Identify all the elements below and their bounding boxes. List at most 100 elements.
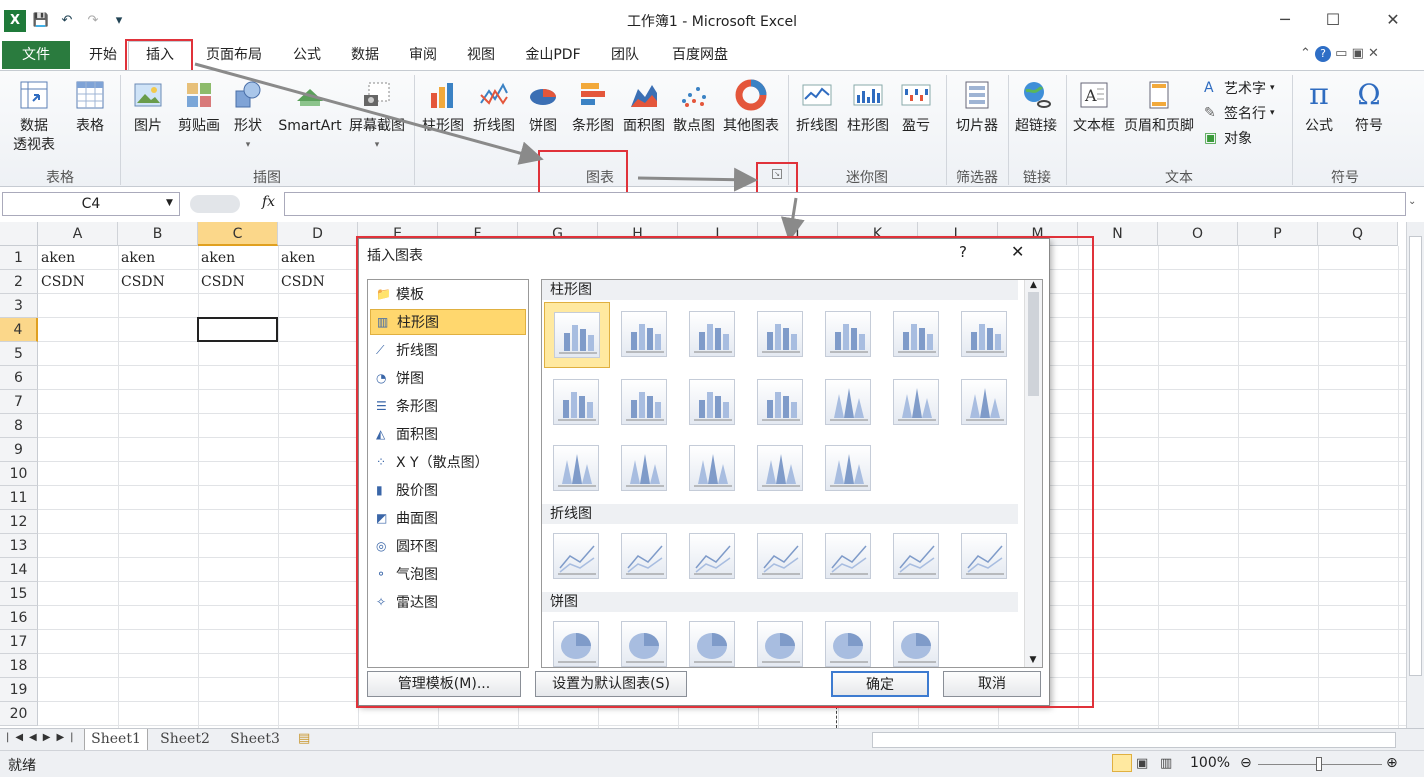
- cell-B1[interactable]: aken: [118, 246, 155, 270]
- cell-B2[interactable]: CSDN: [118, 270, 165, 294]
- header-footer-icon: [1149, 81, 1169, 109]
- row-header-10[interactable]: 10: [0, 462, 38, 486]
- tab-data[interactable]: 数据: [342, 42, 388, 68]
- zoom-in-icon[interactable]: ⊕: [1386, 755, 1398, 771]
- row-header-20[interactable]: 20: [0, 702, 38, 726]
- equation-button[interactable]: π 公式: [1296, 79, 1342, 136]
- formula-input[interactable]: [284, 192, 1406, 216]
- sheet-tab-3[interactable]: Sheet3: [222, 729, 288, 751]
- tab-page-layout[interactable]: 页面布局: [200, 42, 268, 68]
- row-header-19[interactable]: 19: [0, 678, 38, 702]
- area-chart-button[interactable]: 面积图: [620, 79, 668, 136]
- tab-file[interactable]: 文件: [2, 41, 70, 69]
- other-charts-button[interactable]: 其他图表: [720, 79, 782, 136]
- sheet-tab-2[interactable]: Sheet2: [152, 729, 218, 751]
- row-header-16[interactable]: 16: [0, 606, 38, 630]
- table-button[interactable]: 表格: [68, 79, 112, 136]
- normal-view-icon[interactable]: [1112, 754, 1132, 772]
- sparkline-line-button[interactable]: 折线图: [792, 79, 842, 136]
- row-header-6[interactable]: 6: [0, 366, 38, 390]
- name-box-dropdown-icon[interactable]: ▼: [166, 198, 173, 208]
- sheet-nav-icons[interactable]: |◀◀▶▶|: [6, 732, 80, 743]
- pie-chart-button[interactable]: 饼图: [522, 79, 564, 136]
- row-header-3[interactable]: 3: [0, 294, 38, 318]
- help-icon[interactable]: ?: [1315, 46, 1332, 62]
- signature-line-button[interactable]: ✎ 签名行 ▾: [1204, 102, 1275, 124]
- line-chart-button[interactable]: 折线图: [470, 79, 518, 136]
- row-header-17[interactable]: 17: [0, 630, 38, 654]
- horizontal-scrollbar[interactable]: [872, 732, 1396, 748]
- row-header-12[interactable]: 12: [0, 510, 38, 534]
- column-header-P[interactable]: P: [1238, 222, 1318, 246]
- ribbon-controls[interactable]: ⌃ ? ▭ ▣ ✕: [1300, 46, 1379, 62]
- insert-sheet-icon[interactable]: ▤: [298, 731, 310, 746]
- row-header-15[interactable]: 15: [0, 582, 38, 606]
- row-header-1[interactable]: 1: [0, 246, 38, 270]
- fx-icon[interactable]: fx: [262, 194, 275, 210]
- smartart-button[interactable]: SmartArt: [274, 79, 346, 136]
- cell-A2[interactable]: CSDN: [38, 270, 85, 294]
- formula-splitter[interactable]: [190, 195, 240, 213]
- zoom-slider-thumb[interactable]: [1316, 757, 1322, 771]
- column-header-D[interactable]: D: [278, 222, 358, 246]
- cell-A1[interactable]: aken: [38, 246, 75, 270]
- minimize-button[interactable]: ─: [1262, 6, 1308, 34]
- wordart-button[interactable]: A 艺术字 ▾: [1204, 77, 1275, 99]
- tab-baidu[interactable]: 百度网盘: [662, 42, 738, 68]
- row-header-5[interactable]: 5: [0, 342, 38, 366]
- clipart-button[interactable]: 剪贴画: [174, 79, 224, 136]
- sheet-tab-1[interactable]: Sheet1: [84, 729, 148, 751]
- cell-D2[interactable]: CSDN: [278, 270, 325, 294]
- tab-pdf[interactable]: 金山PDF: [518, 42, 588, 68]
- page-break-view-icon[interactable]: ▥: [1160, 756, 1172, 771]
- column-header-A[interactable]: A: [38, 222, 118, 246]
- pivot-table-button[interactable]: 数据 透视表: [6, 79, 62, 155]
- slicer-button[interactable]: 切片器: [950, 79, 1004, 136]
- row-header-13[interactable]: 13: [0, 534, 38, 558]
- column-header-Q[interactable]: Q: [1318, 222, 1398, 246]
- picture-button[interactable]: 图片: [128, 79, 168, 136]
- row-header-14[interactable]: 14: [0, 558, 38, 582]
- zoom-level[interactable]: 100%: [1190, 755, 1230, 771]
- hyperlink-button[interactable]: 超链接: [1010, 79, 1062, 136]
- tab-home[interactable]: 开始: [80, 42, 126, 68]
- maximize-button[interactable]: ☐: [1310, 6, 1356, 34]
- header-footer-button[interactable]: 页眉和页脚: [1120, 79, 1198, 136]
- row-header-9[interactable]: 9: [0, 438, 38, 462]
- cell-D1[interactable]: aken: [278, 246, 315, 270]
- symbol-button[interactable]: Ω 符号: [1346, 79, 1392, 136]
- expand-formula-icon[interactable]: ⌄: [1408, 196, 1416, 207]
- column-header-B[interactable]: B: [118, 222, 198, 246]
- row-header-7[interactable]: 7: [0, 390, 38, 414]
- tab-view[interactable]: 视图: [458, 42, 504, 68]
- column-chart-button[interactable]: 柱形图: [418, 79, 468, 136]
- vertical-scrollbar[interactable]: [1406, 222, 1424, 728]
- shapes-button[interactable]: 形状 ▾: [228, 79, 268, 155]
- zoom-out-icon[interactable]: ⊖: [1240, 755, 1252, 771]
- scrollbar-thumb[interactable]: [1409, 236, 1422, 676]
- textbox-button[interactable]: A 文本框: [1070, 79, 1118, 136]
- row-header-4[interactable]: 4: [0, 318, 38, 342]
- sparkline-column-button[interactable]: 柱形图: [844, 79, 892, 136]
- object-button[interactable]: ▣ 对象: [1204, 127, 1252, 149]
- row-header-18[interactable]: 18: [0, 654, 38, 678]
- close-button[interactable]: ✕: [1370, 6, 1416, 34]
- column-header-C[interactable]: C: [198, 222, 278, 246]
- column-header-O[interactable]: O: [1158, 222, 1238, 246]
- screenshot-button[interactable]: 屏幕截图 ▾: [346, 79, 408, 155]
- name-box[interactable]: C4: [2, 192, 180, 216]
- tab-formulas[interactable]: 公式: [284, 42, 330, 68]
- tab-review[interactable]: 审阅: [400, 42, 446, 68]
- sparkline-winloss-button[interactable]: 盈亏: [896, 79, 936, 136]
- tab-team[interactable]: 团队: [602, 42, 648, 68]
- select-all-corner[interactable]: [0, 222, 38, 246]
- page-layout-view-icon[interactable]: ▣: [1136, 756, 1148, 771]
- row-header-8[interactable]: 8: [0, 414, 38, 438]
- cell-C2[interactable]: CSDN: [198, 270, 245, 294]
- bar-chart-button[interactable]: 条形图: [566, 79, 620, 136]
- row-header-11[interactable]: 11: [0, 486, 38, 510]
- active-cell-C4[interactable]: [197, 317, 278, 342]
- cell-C1[interactable]: aken: [198, 246, 235, 270]
- scatter-chart-button[interactable]: 散点图: [670, 79, 718, 136]
- row-header-2[interactable]: 2: [0, 270, 38, 294]
